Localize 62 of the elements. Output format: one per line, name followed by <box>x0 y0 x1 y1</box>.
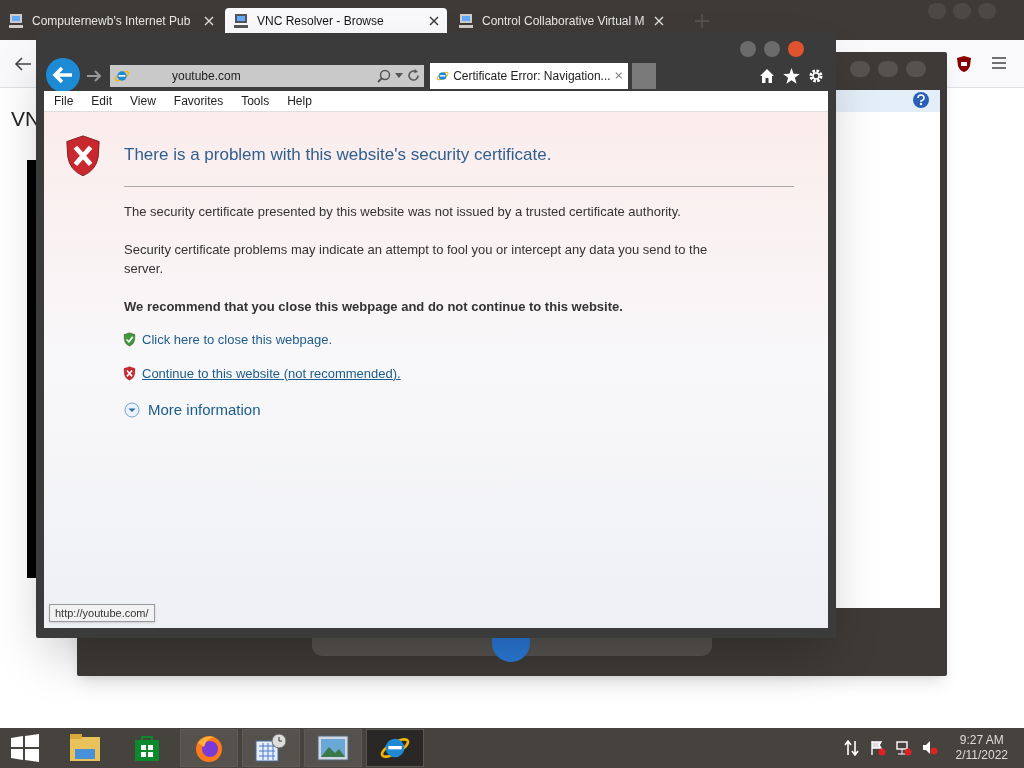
home-icon[interactable] <box>759 67 775 84</box>
menu-item[interactable]: Help <box>287 92 312 110</box>
taskbar-button[interactable] <box>304 729 362 767</box>
recommendation-text: We recommend that you close this webpage and do not continue to this website. <box>124 297 624 316</box>
close-button[interactable] <box>788 41 804 57</box>
menu-icon[interactable] <box>992 57 1006 69</box>
browser-tab[interactable]: VNC Resolver - Browse <box>225 8 447 33</box>
caret-icon[interactable] <box>395 72 403 79</box>
menu-item[interactable]: Favorites <box>173 92 224 110</box>
browser-tab[interactable]: Certificate Error: Navigation... <box>430 62 628 89</box>
clock-date: 2/11/2022 <box>955 748 1008 763</box>
search-icon[interactable] <box>377 68 391 83</box>
taskbar-button[interactable] <box>242 729 300 767</box>
expand-icon[interactable] <box>124 402 140 419</box>
tab-title: Control Collaborative Virtual M <box>482 12 646 30</box>
back-button[interactable] <box>45 56 81 93</box>
page-link[interactable]: Continue to this website (not recommended). <box>142 363 401 383</box>
message-paragraph: Security certificate problems may indicate an attempt to fool you or intercept any data you send to the server. <box>124 240 709 278</box>
speaker-muted-icon[interactable] <box>921 740 938 756</box>
fox-globe-icon <box>194 733 224 763</box>
page-link[interactable]: Click here to close this webpage. <box>142 330 333 350</box>
browser-tab[interactable]: Control Collaborative Virtual M <box>450 8 672 33</box>
page-title: There is a problem with this website's security certificate. <box>124 144 553 166</box>
message-paragraph: The security certificate presented by this website was not issued by a trusted certificate authority. <box>124 202 682 221</box>
tab-title: Certificate Error: Navigation... <box>453 67 611 85</box>
shield-icon[interactable] <box>956 55 972 73</box>
tab-title: Computernewb's Internet Pub <box>32 12 192 30</box>
taskbar-button[interactable] <box>366 729 424 767</box>
landscape-image-icon <box>317 735 349 761</box>
star-icon[interactable] <box>783 67 800 84</box>
taskbar-button[interactable] <box>180 729 238 767</box>
shopping-bag-icon <box>134 734 160 762</box>
computer-icon <box>233 12 249 29</box>
more-information-link[interactable]: More information <box>148 399 261 422</box>
computer-icon <box>8 12 24 29</box>
new-tab-button[interactable] <box>632 62 656 89</box>
status-tooltip: http://youtube.com/ <box>49 604 155 622</box>
settings-icon[interactable] <box>808 67 824 84</box>
menu-item[interactable]: View <box>130 92 156 110</box>
menu-item[interactable]: Tools <box>241 92 270 110</box>
computer-icon <box>458 12 474 29</box>
transfer-arrows-icon[interactable] <box>843 740 860 756</box>
x-shield-icon <box>123 365 136 381</box>
close-icon[interactable] <box>429 15 439 26</box>
check-shield-icon <box>123 332 136 348</box>
clock[interactable]: 9:27 AM 2/11/2022 <box>955 733 1008 763</box>
browser-tab[interactable]: Computernewb's Internet Pub <box>0 8 222 33</box>
windows-logo-icon[interactable] <box>11 734 39 762</box>
error-shield-icon <box>64 134 102 178</box>
network-error-icon[interactable] <box>895 740 912 756</box>
calendar-clock-icon <box>255 733 287 763</box>
menu-item[interactable]: File <box>54 92 74 110</box>
menu-item[interactable]: Edit <box>91 92 113 110</box>
tab-title: VNC Resolver - Browse <box>257 12 385 30</box>
back-arrow-icon[interactable] <box>14 56 32 72</box>
help-icon[interactable] <box>912 91 930 109</box>
refresh-icon[interactable] <box>407 69 420 82</box>
folder-icon <box>69 733 101 763</box>
address-text: youtube.com <box>172 67 242 85</box>
flag-error-icon[interactable] <box>869 740 886 756</box>
clock-time: 9:27 AM <box>959 733 1004 748</box>
address-bar[interactable]: youtube.com <box>110 64 424 87</box>
